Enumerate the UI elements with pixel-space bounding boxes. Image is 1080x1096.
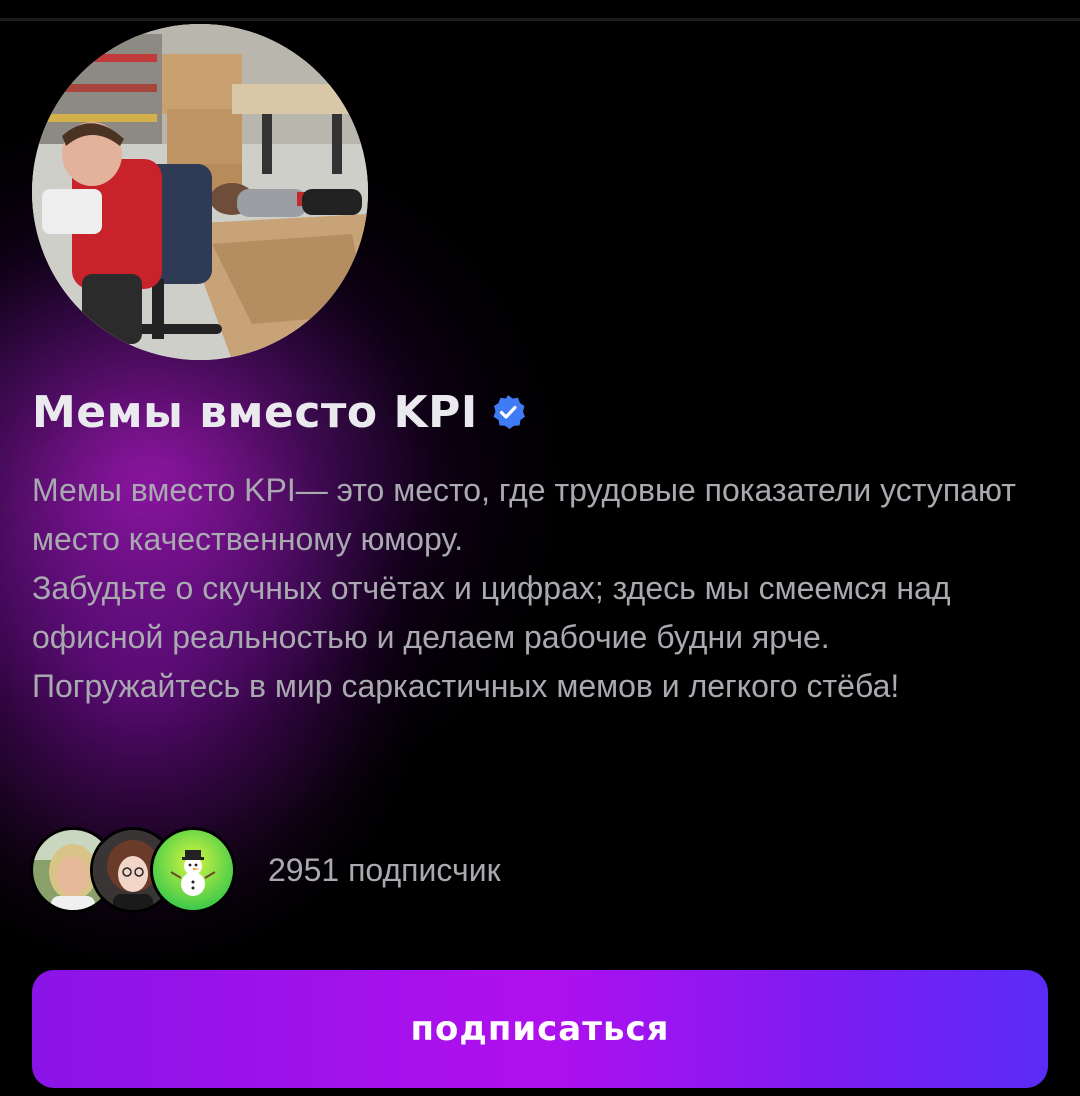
description-paragraph-1: Мемы вместо KPI— это место, где трудовые…	[32, 472, 1016, 557]
channel-avatar[interactable]	[32, 24, 368, 360]
subscribe-button[interactable]: подписаться	[32, 970, 1048, 1088]
description-paragraph-2: Забудьте о скучных отчётах и цифрах; зде…	[32, 570, 951, 655]
description-paragraph-3: Погружайтесь в мир саркастичных мемов и …	[32, 668, 900, 704]
top-divider	[0, 18, 1080, 21]
channel-page: Мемы вместо KPI Мемы вместо KPI— это мес…	[0, 0, 1080, 1096]
subscriber-avatar-snowman	[150, 827, 236, 913]
channel-description: Мемы вместо KPI— это место, где трудовые…	[32, 466, 1042, 711]
subscribers-row[interactable]: 2951 подписчик	[30, 827, 501, 913]
channel-avatar-photo	[32, 24, 368, 360]
verified-badge-icon	[490, 394, 526, 430]
subscriber-count: 2951 подписчик	[268, 851, 501, 888]
channel-title-row: Мемы вместо KPI	[32, 382, 526, 442]
channel-title: Мемы вместо KPI	[32, 386, 478, 438]
